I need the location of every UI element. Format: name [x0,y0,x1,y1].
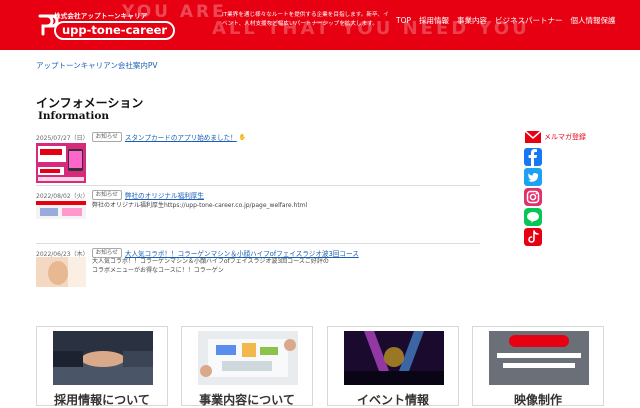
card-image-banner [489,331,589,385]
news-body: 大人気コラボ！！コラーゲンマシン＆小顔ハイフofフェイスラジオ波3回コースご好評… [92,258,329,274]
twitter-icon[interactable] [524,168,542,186]
news-badge: お知らせ [91,132,122,142]
nav-partner[interactable]: ビジネスパートナー [491,16,567,26]
card-business[interactable]: 事業内容について [181,326,313,407]
news-head: 2022/08/02（火） お知らせ 弊社のオリジナル福利厚生 [36,190,204,200]
news-item: 2025/07/27（日） お知らせ スタンプカードのアプリ始めました！ ✋ [36,132,480,186]
card-recruit[interactable]: 採用情報について [36,326,168,407]
nav-recruit[interactable]: 採用情報 [415,16,453,26]
news-thumbnail[interactable] [36,201,86,219]
newsletter-label[interactable]: メルマガ登録 [544,132,586,142]
news-head: 2025/07/27（日） お知らせ スタンプカードのアプリ始めました！ ✋ [36,132,246,142]
card-event[interactable]: イベント情報 [327,326,459,407]
news-title-link[interactable]: スタンプカードのアプリ始めました！ [125,132,237,142]
logo-company-name: 株式会社アップトーンキャリア [54,12,148,20]
news-body: 弊社のオリジナル福利厚生https://upp-tone-career.co.j… [92,202,308,209]
site-logo[interactable]: 株式会社アップトーンキャリア upp-tone-career [36,10,176,42]
news-badge: お知らせ [91,190,122,200]
card-image-meeting [198,331,298,385]
news-item: 2022/06/23（木） お知らせ 大人気コラボ！！コラーゲンマシン＆小顔ハイ… [36,248,480,298]
facebook-icon[interactable] [524,148,542,166]
news-title-link[interactable]: 弊社のオリジナル福利厚生 [125,190,204,200]
site-header: YOU ARE ALL THAT YOU NEED YOU 株式会社アップトーン… [0,0,640,50]
nav-business[interactable]: 事業内容 [453,16,491,26]
nav-privacy[interactable]: 個人情報保護 [567,16,620,26]
header-tagline: IT業界を通じ様々なルートを提供する企業を目指します。新卒、イベント、人材支援な… [222,12,389,27]
instagram-icon[interactable] [524,188,542,206]
section-title: インフォメーション [36,96,144,110]
news-thumbnail[interactable] [36,257,86,287]
news-thumbnail[interactable] [36,143,86,183]
card-image-concert [344,331,444,385]
line-icon[interactable] [524,208,542,226]
news-date: 2025/07/27（日） [36,134,89,142]
logo-wordmark: upp-tone-career [54,21,176,40]
news-date: 2022/08/02（火） [36,192,89,200]
news-item: 2022/08/02（火） お知らせ 弊社のオリジナル福利厚生 弊社のオリジナル… [36,190,480,244]
card-image-handshake [53,331,153,385]
mail-icon[interactable] [524,128,542,146]
card-video[interactable]: 映像制作 [472,326,604,407]
company-pv-link[interactable]: アップトーンキャリアン会社案内PV [36,60,157,71]
nav-top[interactable]: TOP [392,16,415,26]
main-nav: TOP 採用情報 事業内容 ビジネスパートナー 個人情報保護 [392,16,620,26]
tiktok-icon[interactable] [524,228,542,246]
hand-icon: ✋ [238,133,247,141]
section-subtitle: Information [38,110,109,122]
